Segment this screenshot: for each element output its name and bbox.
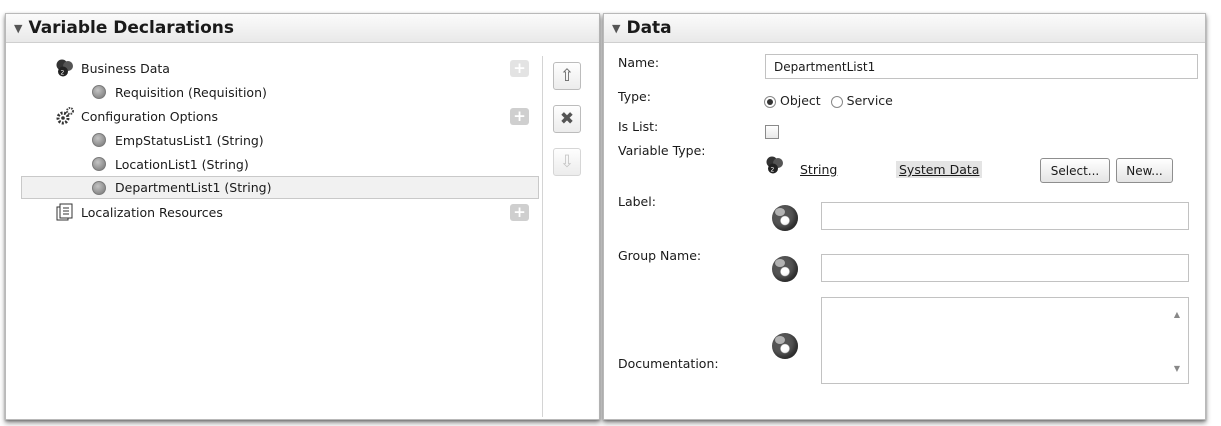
variable-tree[interactable]: 2 Business Data + Requisition (Requisiti… [21,56,543,417]
tree-item-localization-resources[interactable]: Localization Resources + [21,201,539,223]
object-radio-label[interactable]: Object [780,93,821,108]
label-label: Label: [618,194,656,209]
variable-declarations-panel: ▼ Variable Declarations 2 Business Data … [5,13,600,420]
tree-item-label: EmpStatusList1 (String) [115,132,264,148]
label-input[interactable] [821,202,1189,230]
resource-bundle-icon [55,202,75,222]
svg-text:2: 2 [771,167,775,174]
data-panel: ▼ Data Name: Type: Object Service Is Lis… [603,13,1206,420]
tree-item-label: DepartmentList1 (String) [115,180,272,195]
tree-item-requisition[interactable]: Requisition (Requisition) [21,81,539,103]
documentation-label: Documentation: [618,356,719,371]
variable-dot-icon [92,180,106,195]
move-down-button[interactable]: ⇩ [553,148,581,176]
system-data-link[interactable]: System Data [896,161,983,178]
tree-item-business-data[interactable]: 2 Business Data + [21,57,539,79]
add-configuration-option-button[interactable]: + [510,107,529,125]
scroll-down-icon[interactable]: ▼ [1174,364,1180,373]
name-label: Name: [618,55,660,70]
new-button[interactable]: New... [1116,158,1173,183]
data-header[interactable]: ▼ Data [604,14,1205,43]
arrow-down-icon: ⇩ [559,152,575,172]
tree-item-label: Business Data [81,60,170,76]
add-localization-resource-button[interactable]: + [510,203,529,221]
tree-item-label: Configuration Options [81,108,218,124]
type-radio-group: Object Service [764,93,893,108]
arrow-up-icon: ⇧ [559,66,575,86]
svg-text:2: 2 [61,70,65,77]
panel-title: Variable Declarations [28,18,235,38]
tree-item-locationlist1[interactable]: LocationList1 (String) [21,153,539,175]
type-label: Type: [618,89,651,104]
variable-type-link[interactable]: String [800,162,837,177]
variable-declarations-header[interactable]: ▼ Variable Declarations [6,14,599,43]
business-data-icon: 2 [55,58,75,78]
variable-type-label: Variable Type: [618,143,706,158]
delete-x-icon: ✖ [559,109,575,129]
panel-title: Data [626,18,672,38]
localization-sphere-icon[interactable] [772,205,798,231]
tree-item-label: Localization Resources [81,204,223,220]
gears-icon [55,106,75,126]
tree-item-empstatuslist1[interactable]: EmpStatusList1 (String) [21,129,539,151]
localization-sphere-icon[interactable] [772,333,798,359]
tree-item-label: Requisition (Requisition) [115,84,267,100]
documentation-textarea[interactable]: ▲ ▼ [821,297,1189,384]
service-radio-label[interactable]: Service [847,93,893,108]
is-list-label: Is List: [618,119,659,134]
object-radio[interactable] [764,95,776,108]
add-business-data-button[interactable]: + [510,59,529,77]
collapse-icon[interactable]: ▼ [14,22,22,35]
move-up-button[interactable]: ⇧ [553,62,581,90]
tree-item-departmentlist1[interactable]: DepartmentList1 (String) [21,176,539,199]
variable-dot-icon [92,85,106,99]
group-name-input[interactable] [821,254,1189,282]
scroll-up-icon[interactable]: ▲ [1174,310,1180,319]
service-radio[interactable] [830,95,843,108]
group-name-label: Group Name: [618,248,702,263]
tree-item-configuration-options[interactable]: Configuration Options + [21,105,539,127]
is-list-checkbox[interactable] [765,125,779,139]
name-input[interactable] [765,54,1198,79]
localization-sphere-icon[interactable] [772,256,798,282]
delete-button[interactable]: ✖ [553,105,581,133]
collapse-icon[interactable]: ▼ [612,22,620,35]
select-button[interactable]: Select... [1040,158,1110,183]
variable-dot-icon [92,157,106,171]
business-object-icon: 2 [765,155,785,178]
tree-item-label: LocationList1 (String) [115,156,249,172]
variable-dot-icon [92,133,106,147]
